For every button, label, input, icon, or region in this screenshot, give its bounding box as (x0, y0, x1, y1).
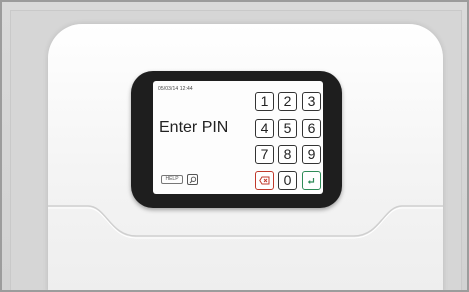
key-6[interactable]: 6 (302, 119, 321, 138)
key-5[interactable]: 5 (278, 119, 297, 138)
key-0[interactable]: 0 (278, 171, 297, 190)
help-button[interactable]: HELP (161, 175, 183, 184)
key-3[interactable]: 3 (302, 92, 321, 111)
key-9[interactable]: 9 (302, 145, 321, 164)
enter-return-icon (307, 178, 315, 184)
delete-key[interactable] (255, 171, 274, 190)
magnifier-icon (189, 176, 197, 184)
key-1[interactable]: 1 (255, 92, 274, 111)
pin-prompt: Enter PIN (159, 119, 229, 136)
datetime-display: 05/03/14 12:44 (158, 86, 193, 92)
enter-key[interactable] (302, 171, 321, 190)
backspace-icon (259, 176, 270, 185)
key-4[interactable]: 4 (255, 119, 274, 138)
key-2[interactable]: 2 (278, 92, 297, 111)
key-7[interactable]: 7 (255, 145, 274, 164)
search-button[interactable] (187, 174, 198, 185)
touch-screen: 05/03/14 12:44 Enter PIN 1 2 3 4 5 6 7 8… (153, 81, 323, 194)
key-8[interactable]: 8 (278, 145, 297, 164)
photo-frame: 05/03/14 12:44 Enter PIN 1 2 3 4 5 6 7 8… (0, 0, 469, 292)
